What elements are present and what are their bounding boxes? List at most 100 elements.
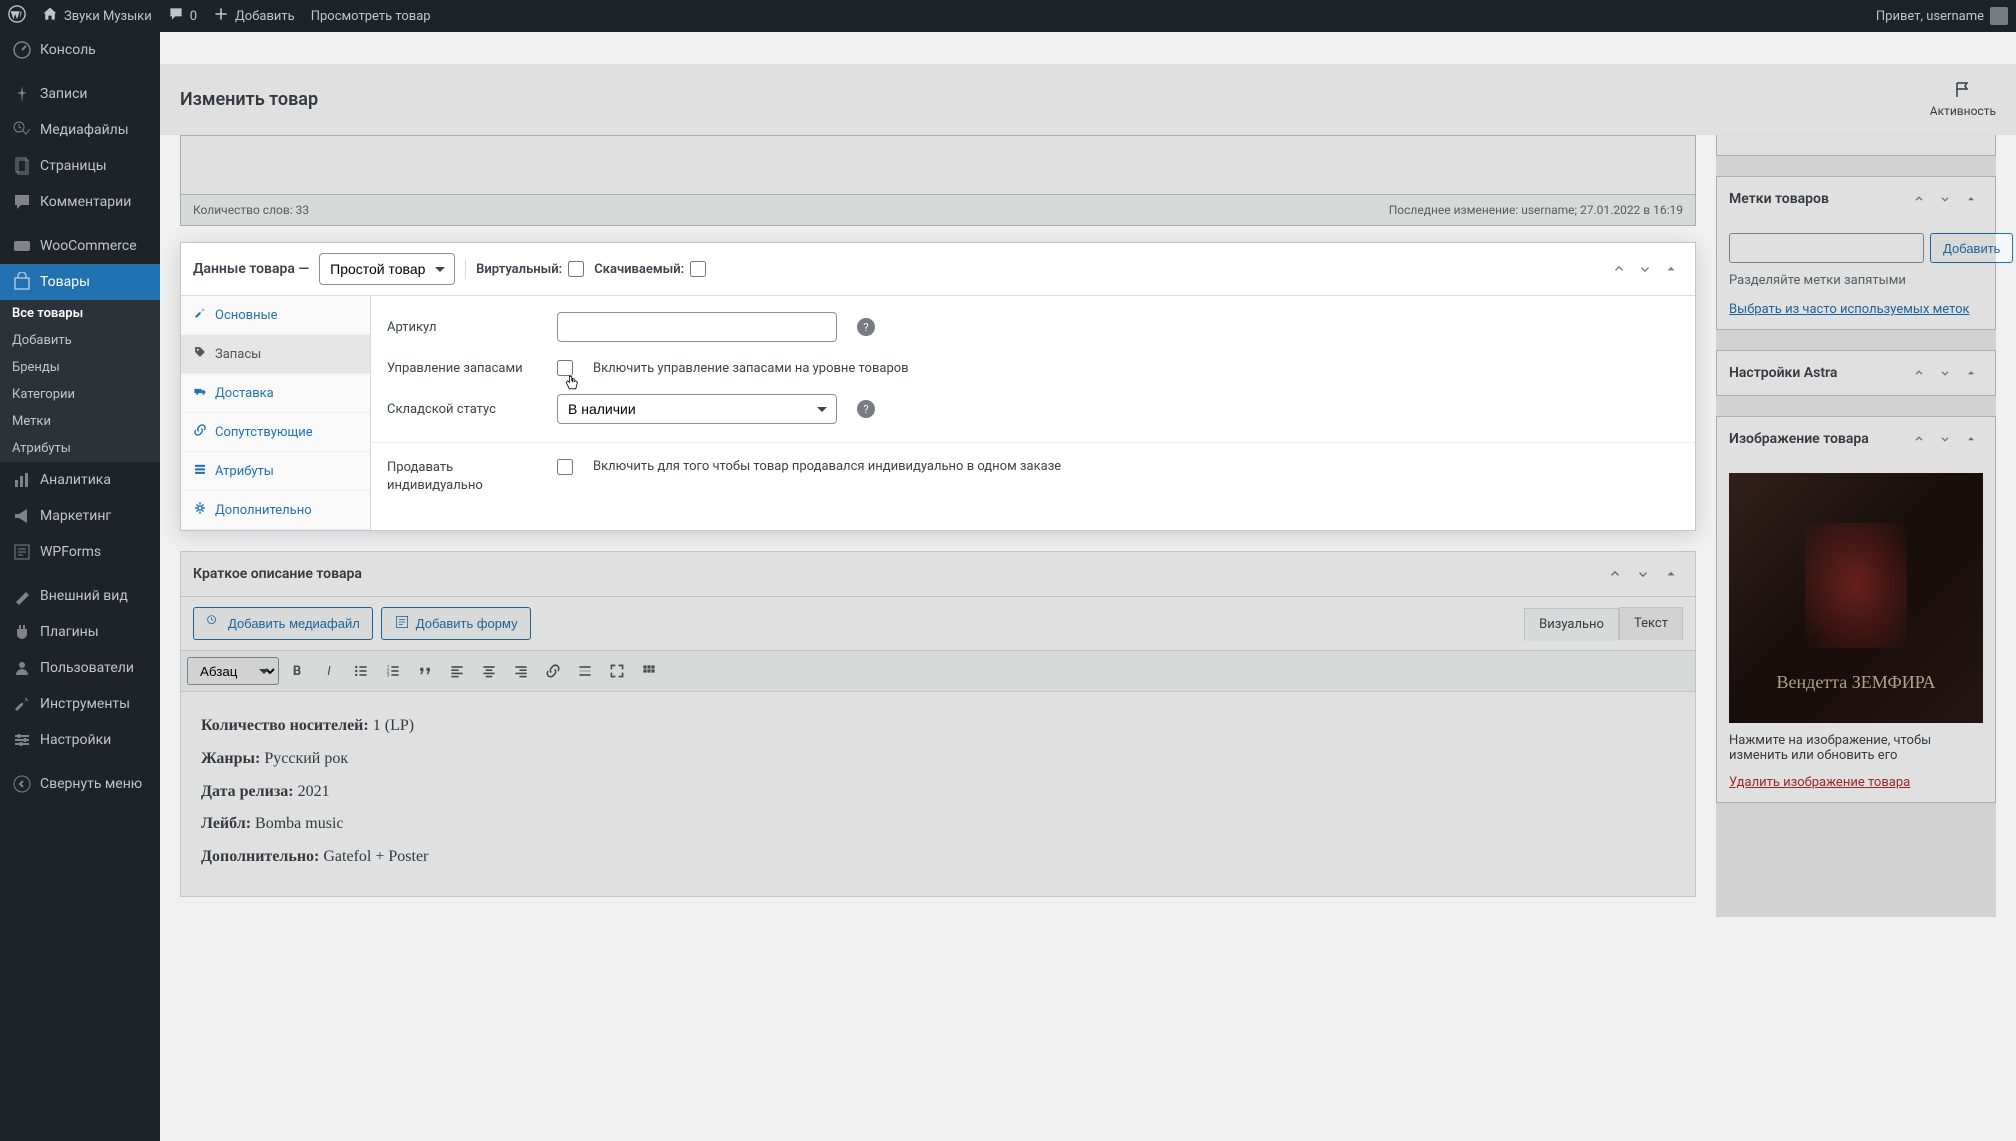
panel-up-icon[interactable] (1907, 427, 1931, 451)
format-select[interactable]: Абзац (187, 657, 279, 685)
panel-toggle-icon[interactable] (1959, 427, 1983, 451)
panel-up-icon[interactable] (1607, 257, 1631, 281)
quote-button[interactable] (411, 657, 439, 685)
align-right-button[interactable] (507, 657, 535, 685)
pd-tab-inventory[interactable]: Запасы (181, 335, 370, 374)
pd-tab-linked[interactable]: Сопутствующие (181, 413, 370, 452)
panel-up-icon[interactable] (1603, 562, 1627, 586)
link-icon (193, 423, 207, 441)
link-button[interactable] (539, 657, 567, 685)
sku-input[interactable] (557, 312, 837, 342)
add-media-button[interactable]: Добавить медиафайл (193, 607, 373, 640)
sidebar-item-marketing[interactable]: Маркетинг (0, 498, 160, 534)
insert-more-button[interactable] (571, 657, 599, 685)
site-name-link[interactable]: Звуки Музыки (42, 6, 152, 26)
bold-button[interactable]: B (283, 657, 311, 685)
help-icon[interactable]: ? (857, 318, 875, 336)
editor-content[interactable]: Количество носителей: 1 (LP) Жанры: Русс… (181, 692, 1695, 896)
panel-down-icon[interactable] (1933, 427, 1957, 451)
add-form-button[interactable]: Добавить форму (381, 607, 531, 640)
toolbar-toggle-button[interactable] (635, 657, 663, 685)
sidebar-item-woocommerce[interactable]: WooCommerce (0, 228, 160, 264)
sidebar-label: Свернуть меню (40, 776, 142, 792)
panel-down-icon[interactable] (1933, 187, 1957, 211)
product-image[interactable]: Вендетта ЗЕМФИРА (1729, 473, 1983, 723)
panel-toggle-icon[interactable] (1659, 257, 1683, 281)
stock-status-select[interactable]: В наличии (557, 394, 837, 424)
sidebar-sub-categories[interactable]: Категории (0, 381, 160, 408)
site-name-text: Звуки Музыки (64, 9, 152, 24)
pd-tab-general[interactable]: Основные (181, 296, 370, 335)
pd-tab-attributes[interactable]: Атрибуты (181, 452, 370, 491)
stock-mgmt-checkbox[interactable] (557, 360, 573, 376)
greeting-link[interactable]: Привет, username (1876, 7, 2008, 25)
fullscreen-button[interactable] (603, 657, 631, 685)
sidebar-item-settings[interactable]: Настройки (0, 722, 160, 758)
panel-up-icon[interactable] (1907, 187, 1931, 211)
sidebar-sub-attributes[interactable]: Атрибуты (0, 435, 160, 462)
comment-icon (168, 6, 184, 26)
pd-tab-advanced[interactable]: Дополнительно (181, 491, 370, 530)
panel-toggle-icon[interactable] (1659, 562, 1683, 586)
sidebar-item-collapse[interactable]: Свернуть меню (0, 766, 160, 802)
comments-link[interactable]: 0 (168, 6, 197, 26)
sidebar-item-posts[interactable]: Записи (0, 76, 160, 112)
truck-icon (193, 384, 207, 402)
wrench-icon (193, 306, 207, 324)
pd-tab-shipping[interactable]: Доставка (181, 374, 370, 413)
activity-button[interactable]: Активность (1930, 80, 1996, 118)
desc-label: Лейбл: (201, 815, 251, 832)
sidebar-sub-add[interactable]: Добавить (0, 327, 160, 354)
panel-down-icon[interactable] (1631, 562, 1655, 586)
downloadable-checkbox-label[interactable]: Скачиваемый: (594, 261, 706, 277)
tag-input[interactable] (1729, 233, 1924, 263)
panel-toggle-icon[interactable] (1959, 361, 1983, 385)
sidebar-item-media[interactable]: Медиафайлы (0, 112, 160, 148)
sidebar-item-products[interactable]: Товары (0, 264, 160, 300)
editor-tab-text[interactable]: Текст (1619, 607, 1683, 640)
virtual-checkbox[interactable] (568, 261, 584, 277)
field-divider (371, 442, 1695, 443)
sidebar-item-wpforms[interactable]: WPForms (0, 534, 160, 570)
sidebar-item-appearance[interactable]: Внешний вид (0, 578, 160, 614)
sidebar-item-tools[interactable]: Инструменты (0, 686, 160, 722)
analytics-icon (12, 470, 32, 490)
panel-up-icon[interactable] (1907, 361, 1931, 385)
product-data-fields: Артикул ? Управление запасами Включить у… (371, 296, 1695, 530)
number-list-button[interactable]: 123 (379, 657, 407, 685)
sidebar-item-dashboard[interactable]: Консоль (0, 32, 160, 68)
sold-individually-checkbox[interactable] (557, 459, 573, 475)
virtual-checkbox-label[interactable]: Виртуальный: (476, 261, 584, 277)
italic-button[interactable]: I (315, 657, 343, 685)
downloadable-checkbox[interactable] (690, 261, 706, 277)
sidebar-item-pages[interactable]: Страницы (0, 148, 160, 184)
delete-image-link[interactable]: Удалить изображение товара (1729, 775, 1910, 790)
sidebar-item-comments[interactable]: Комментарии (0, 184, 160, 220)
product-type-select[interactable]: Простой товар (319, 253, 455, 285)
add-tag-button[interactable]: Добавить (1930, 233, 2013, 263)
sidebar-sub-brands[interactable]: Бренды (0, 354, 160, 381)
add-new-link[interactable]: Добавить (213, 6, 295, 26)
editor-tab-visual[interactable]: Визуально (1524, 608, 1619, 641)
sidebar-label: Плагины (40, 624, 99, 640)
admin-sidebar: Консоль Записи Медиафайлы Страницы Комме… (0, 32, 160, 1141)
choose-tags-link[interactable]: Выбрать из часто используемых меток (1729, 302, 1970, 317)
bullet-list-button[interactable] (347, 657, 375, 685)
panel-down-icon[interactable] (1633, 257, 1657, 281)
align-center-button[interactable] (475, 657, 503, 685)
panel-down-icon[interactable] (1933, 361, 1957, 385)
wp-logo-link[interactable] (8, 5, 26, 27)
view-product-link[interactable]: Просмотреть товар (311, 9, 431, 24)
sidebar-sub-all-products[interactable]: Все товары (0, 300, 160, 327)
plugins-icon (12, 622, 32, 642)
sidebar-sub-tags[interactable]: Метки (0, 408, 160, 435)
help-icon[interactable]: ? (857, 400, 875, 418)
sidebar-item-users[interactable]: Пользователи (0, 650, 160, 686)
panel-toggle-icon[interactable] (1959, 187, 1983, 211)
sidebar-item-analytics[interactable]: Аналитика (0, 462, 160, 498)
align-left-button[interactable] (443, 657, 471, 685)
add-form-text: Добавить форму (416, 616, 518, 631)
product-data-header: Данные товара — Простой товар Виртуальны… (181, 243, 1695, 296)
sidebar-item-plugins[interactable]: Плагины (0, 614, 160, 650)
sidebar-label: Консоль (40, 42, 96, 58)
